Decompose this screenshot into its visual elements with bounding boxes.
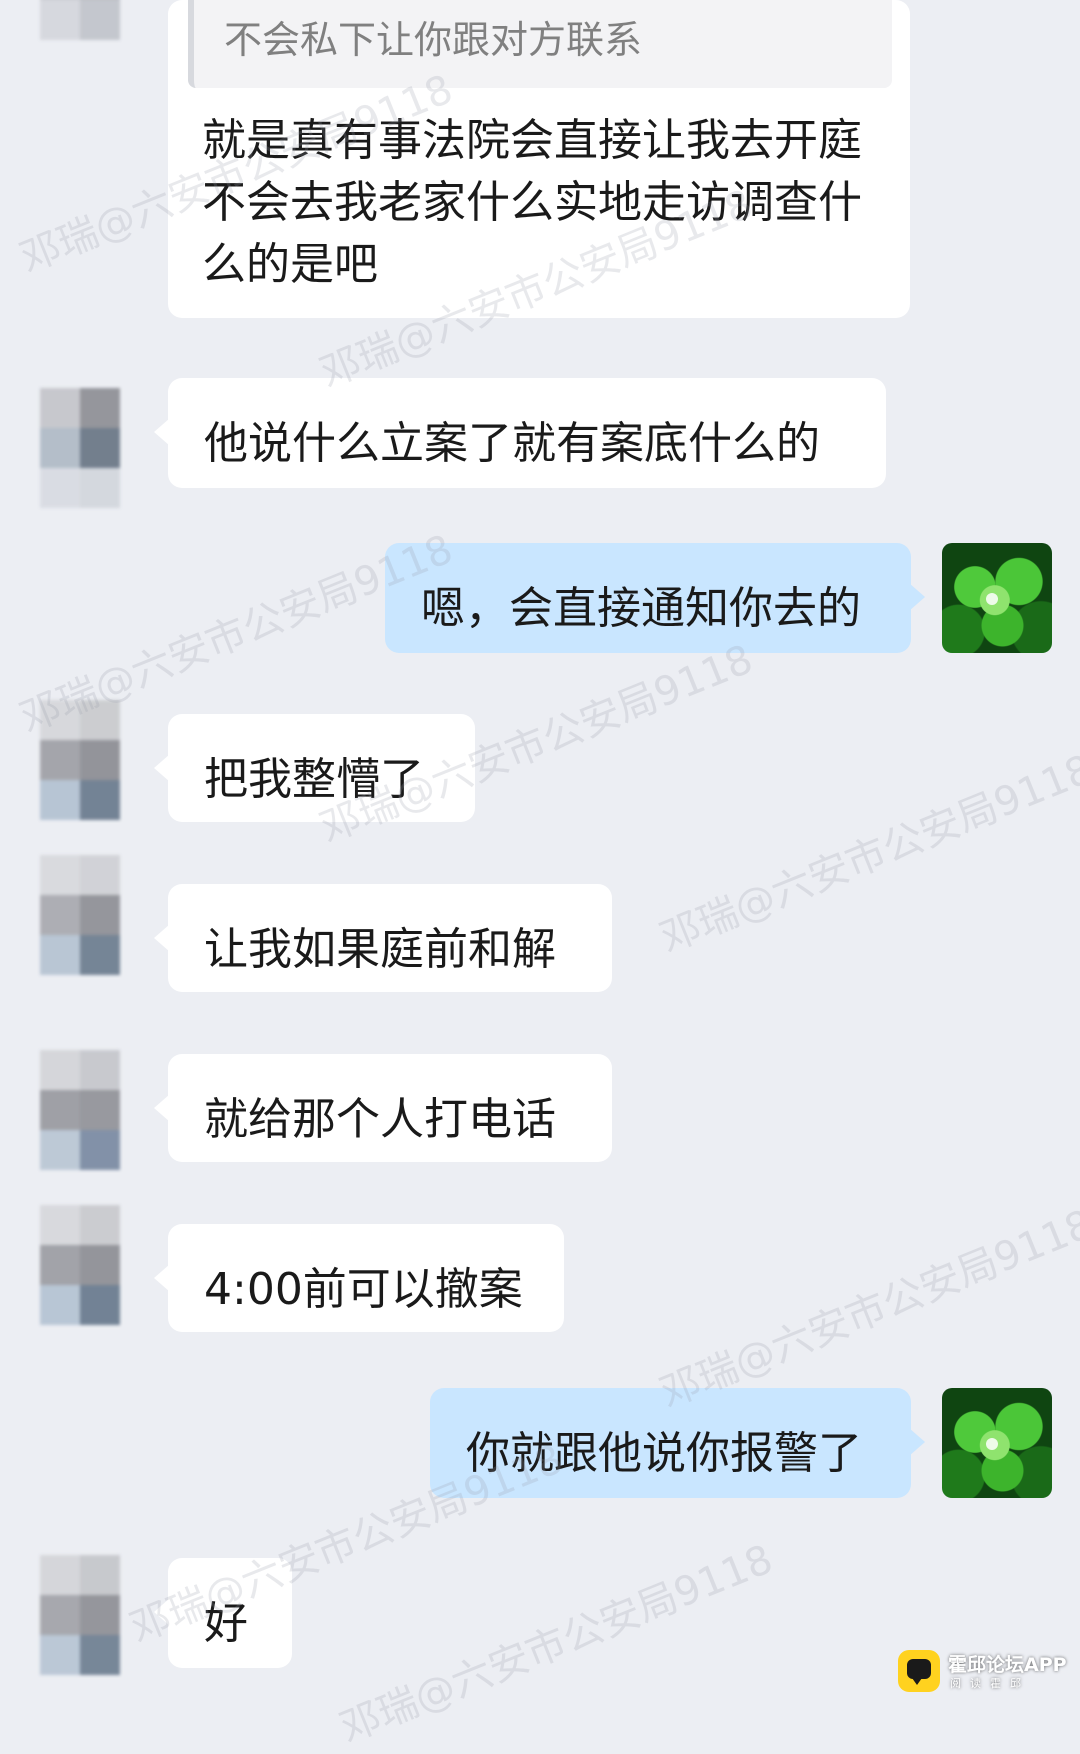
- chat-bubble-icon: [898, 1650, 940, 1692]
- contact-avatar[interactable]: [40, 855, 120, 975]
- message-text: 你就跟他说你报警了: [466, 1428, 862, 1479]
- watermark: 邓瑞@六安市公安局9118: [333, 1536, 780, 1752]
- message-text: 把我整懵了: [204, 754, 424, 805]
- app-logo: 霍邱论坛APP 阅读霍邱: [898, 1650, 1068, 1696]
- watermark: 邓瑞@六安市公安局9118: [653, 746, 1080, 962]
- contact-avatar[interactable]: [40, 1205, 120, 1325]
- quoted-reply: 不会私下让你跟对方联系: [188, 0, 892, 88]
- clover-avatar-icon: [986, 1438, 998, 1450]
- contact-avatar[interactable]: [40, 1555, 120, 1675]
- contact-avatar[interactable]: [40, 388, 120, 508]
- message-bubble-quoted[interactable]: 不会私下让你跟对方联系 就是真有事法院会直接让我去开庭 不会去我老家什么实地走访…: [168, 0, 910, 318]
- message-text: 4:00前可以撤案: [204, 1264, 523, 1315]
- my-avatar[interactable]: [942, 1388, 1052, 1498]
- message-text: 嗯，会直接通知你去的: [421, 583, 861, 634]
- message-line: 不会去我老家什么实地走访调查什: [202, 177, 862, 228]
- app-logo-subtitle: 阅读霍邱: [950, 1677, 1030, 1690]
- contact-avatar[interactable]: [40, 1050, 120, 1170]
- message-bubble-received[interactable]: 让我如果庭前和解: [154, 884, 612, 992]
- contact-avatar[interactable]: [40, 700, 120, 820]
- message-text: 让我如果庭前和解: [204, 924, 556, 975]
- clover-avatar-icon: [986, 593, 998, 605]
- message-bubble-received[interactable]: 4:00前可以撤案: [154, 1224, 564, 1332]
- message-bubble-received[interactable]: 好: [154, 1558, 292, 1668]
- contact-avatar[interactable]: [40, 0, 120, 80]
- message-bubble-sent[interactable]: 嗯，会直接通知你去的: [385, 543, 925, 653]
- message-bubble-received[interactable]: 把我整懵了: [154, 714, 475, 822]
- message-text: 他说什么立案了就有案底什么的: [204, 418, 820, 469]
- message-bubble-received[interactable]: 他说什么立案了就有案底什么的: [154, 378, 886, 488]
- message-bubble-sent[interactable]: 你就跟他说你报警了: [430, 1388, 925, 1498]
- app-logo-name: 霍邱论坛APP: [948, 1654, 1067, 1676]
- message-line: 就是真有事法院会直接让我去开庭: [202, 115, 862, 166]
- message-text: 就给那个人打电话: [204, 1094, 556, 1145]
- message-bubble-received[interactable]: 就给那个人打电话: [154, 1054, 612, 1162]
- my-avatar[interactable]: [942, 543, 1052, 653]
- message-text: 就是真有事法院会直接让我去开庭 不会去我老家什么实地走访调查什 么的是吧: [168, 88, 910, 316]
- watermark: 邓瑞@六安市公安局9118: [653, 1201, 1080, 1417]
- message-text: 好: [204, 1598, 248, 1649]
- message-line: 么的是吧: [202, 239, 378, 290]
